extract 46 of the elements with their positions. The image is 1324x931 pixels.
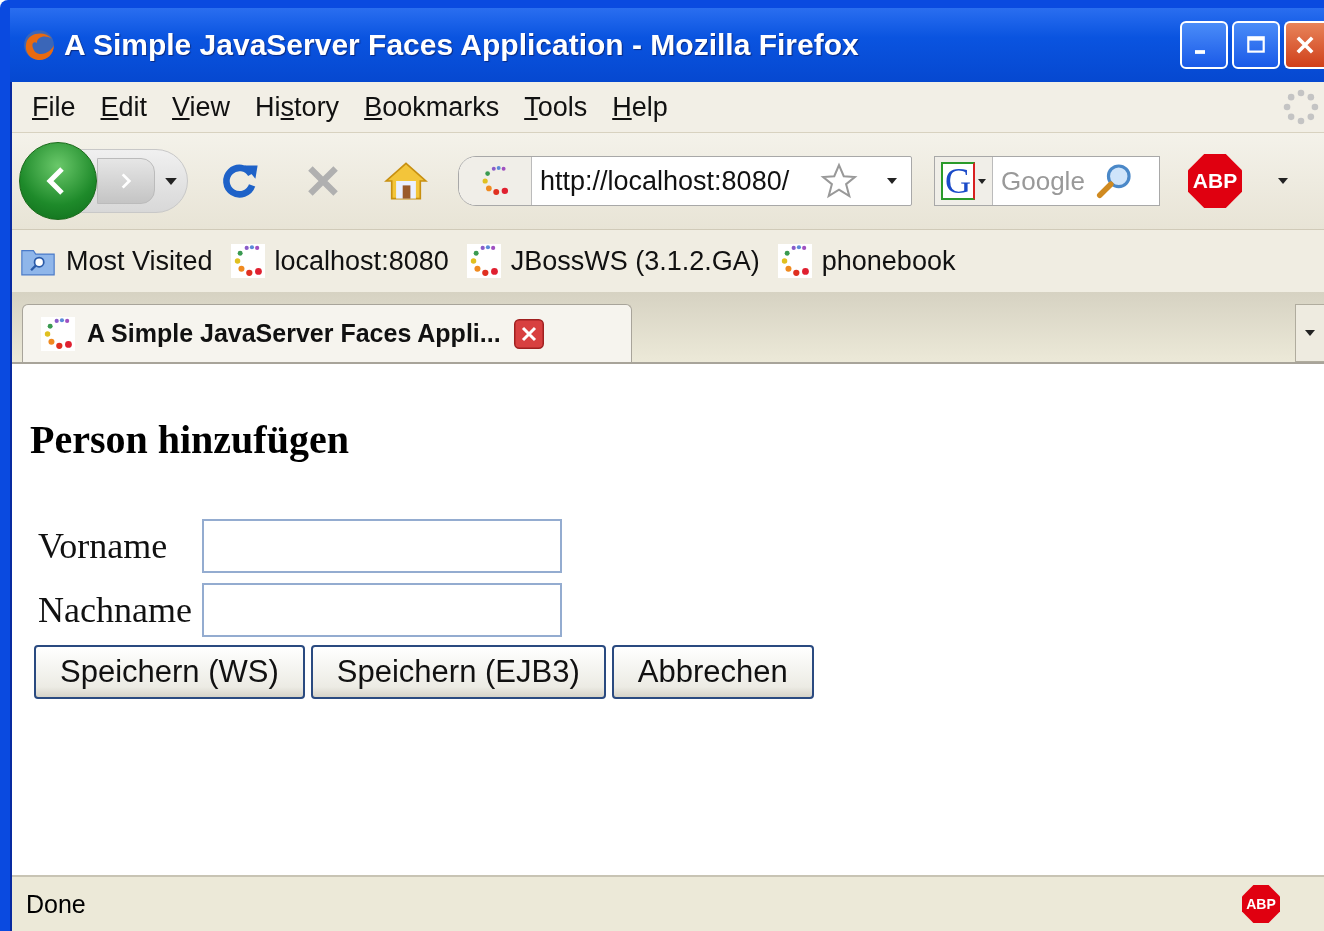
search-icon[interactable]	[1095, 162, 1133, 200]
engine-icon[interactable]: G	[941, 162, 975, 200]
bookmark-item[interactable]: localhost:8080	[274, 245, 449, 277]
bookmark-item[interactable]: phonebook	[821, 245, 956, 277]
site-icon	[777, 244, 812, 278]
browser-tab[interactable]: A Simple JavaServer Faces Appli...	[22, 304, 632, 362]
caret-icon[interactable]	[165, 177, 177, 185]
menu-item[interactable]: View	[166, 91, 250, 123]
caret-icon[interactable]	[978, 178, 986, 184]
menu-item[interactable]: Edit	[94, 91, 167, 123]
minimize-button[interactable]	[1180, 21, 1228, 69]
close-tab-icon[interactable]	[512, 318, 545, 349]
site-icon	[41, 316, 75, 351]
menu-item[interactable]: Help	[606, 91, 687, 123]
status-text: Done	[25, 889, 86, 919]
adblock-status-icon[interactable]: ABP	[1242, 885, 1280, 923]
text-input[interactable]	[201, 519, 562, 573]
bookmark-item[interactable]: JBossWS (3.1.2.GA)	[510, 245, 760, 277]
menu-item[interactable]: History	[249, 91, 359, 123]
site-icon	[230, 244, 265, 278]
menu-item[interactable]: Tools	[518, 91, 607, 123]
form-button[interactable]: Abbrechen	[611, 645, 814, 699]
text-input[interactable]	[201, 583, 562, 637]
field-label: Vorname	[38, 525, 169, 567]
form-button[interactable]: Speichern (WS)	[34, 645, 305, 699]
caret-icon[interactable]	[887, 178, 897, 184]
address-field[interactable]: http://localhost:8080/	[458, 156, 912, 206]
search-bar[interactable]: G Google	[934, 156, 1160, 206]
throbber-icon	[1282, 88, 1320, 126]
star-icon[interactable]	[820, 162, 858, 200]
maximize-button[interactable]	[1232, 21, 1280, 69]
adblock-button[interactable]: ABP	[1188, 154, 1242, 208]
caret-icon[interactable]	[1278, 178, 1288, 184]
close-button[interactable]	[1284, 21, 1324, 69]
minimize-icon	[1195, 50, 1205, 54]
site-icon	[466, 244, 501, 278]
firefox-icon	[22, 28, 56, 62]
menu-item[interactable]: Bookmarks	[358, 91, 519, 123]
form-button[interactable]: Speichern (EJB3)	[310, 645, 606, 699]
window-title: A Simple JavaServer Faces Application - Mozilla Firefox	[64, 28, 859, 62]
caret-icon	[1305, 330, 1315, 336]
menu-item[interactable]: File	[26, 91, 95, 123]
maximize-icon	[1245, 34, 1267, 56]
bookmark-item[interactable]: Most Visited	[66, 245, 213, 277]
field-label: Nachname	[38, 589, 192, 631]
page-heading: Person hinzufügen	[30, 416, 350, 463]
